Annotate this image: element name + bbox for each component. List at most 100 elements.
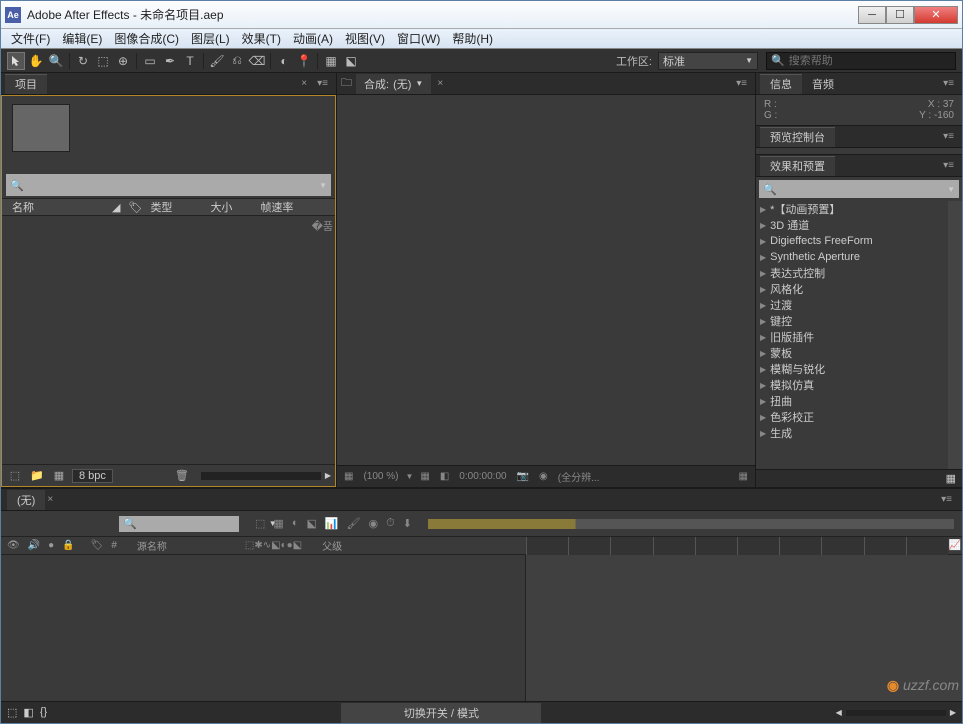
preview-menu-icon[interactable]: ▾≡ [939,131,958,142]
col-parent[interactable]: 父级 [322,538,342,553]
col-source[interactable]: 源名称 [137,538,167,553]
tl-tool-1[interactable]: ⬚ [255,517,265,530]
resolution-readout[interactable]: (全分辨... [555,469,603,484]
mask-icon[interactable]: ◧ [437,471,452,482]
effects-category[interactable]: ▶3D 通道 [756,217,948,233]
effects-category[interactable]: ▶Synthetic Aperture [756,249,948,265]
text-tool[interactable]: T [181,52,199,70]
snapshot-icon[interactable]: 📷 [514,471,532,482]
puppet-tool[interactable]: 📍 [295,52,313,70]
comp-title-tab[interactable]: 合成: (无) ▼ [356,74,431,94]
panel-close-icon[interactable]: × [299,78,309,89]
rotate-tool[interactable]: ↻ [74,52,92,70]
roto-tool[interactable]: ◐ [275,52,293,70]
proj-scroll[interactable] [201,472,321,480]
shape-tool[interactable]: ▭ [141,52,159,70]
help-search[interactable]: 🔍 [766,52,956,70]
effects-category[interactable]: ▶蒙板 [756,345,948,361]
bit-depth[interactable]: 8 bpc [72,469,113,483]
col-num[interactable]: # [111,540,117,551]
effects-category[interactable]: ▶*【动画预置】 [756,201,948,217]
tl-tool-7[interactable]: ◉ [369,517,379,530]
folder-icon[interactable]: 📁 [28,468,46,484]
trash-icon[interactable]: 🗑 [173,468,191,484]
col-label-icon[interactable]: 🏷 [91,540,104,551]
comp-new-icon[interactable]: ▦ [736,471,751,482]
menu-layer[interactable]: 图层(L) [185,28,236,49]
col-name[interactable]: 名称 [8,199,108,215]
comp-menu-icon[interactable]: ▾≡ [732,78,751,89]
col-eye-icon[interactable]: 👁 [7,540,20,551]
timeline-search-input[interactable] [137,518,269,529]
col-rate[interactable]: 帧速率 [256,199,297,215]
tl-tool-6[interactable]: 🖌 [347,517,361,530]
camera-tool[interactable]: ⬚ [94,52,112,70]
pen-tool[interactable]: ✒ [161,52,179,70]
flowchart-icon[interactable]: �품 [312,218,333,234]
tl-graph-icon[interactable]: 📈 [948,540,962,551]
col-speaker-icon[interactable]: 🔊 [28,540,40,551]
selection-tool[interactable] [7,52,25,70]
project-search-input[interactable] [28,179,315,191]
timeline-tab[interactable]: (无) [7,490,45,510]
comp-lock-icon[interactable]: 🗀 [341,74,352,93]
tool-extra1[interactable]: ▦ [322,52,340,70]
menu-effect[interactable]: 效果(T) [236,28,287,49]
effects-search[interactable]: 🔍 ▼ [759,180,959,198]
help-search-input[interactable] [789,55,951,67]
audio-tab[interactable]: 音频 [802,74,844,94]
timeline-work-area[interactable] [428,519,954,529]
comp-viewer[interactable] [337,95,755,465]
effects-category[interactable]: ▶模拟仿真 [756,377,948,393]
scroll-right-icon[interactable]: ▶ [325,471,331,480]
menu-composition[interactable]: 图像合成(C) [108,28,185,49]
comp-close-icon[interactable]: × [435,78,445,89]
timeline-menu-icon[interactable]: ▾≡ [937,494,956,505]
timeline-layers[interactable] [1,555,526,701]
project-list[interactable]: �품 [2,216,335,464]
effects-category[interactable]: ▶Digieffects FreeForm [756,233,948,249]
grid-icon[interactable]: ▦ [417,471,432,482]
close-button[interactable]: ✕ [914,6,958,24]
time-readout[interactable]: 0:00:00:00 [456,471,509,482]
panel-menu-icon[interactable]: ▾≡ [313,78,332,89]
effects-scrollbar[interactable] [948,201,962,469]
effects-category[interactable]: ▶旧版插件 [756,329,948,345]
zoom-tool[interactable]: 🔍 [47,52,65,70]
effects-search-input[interactable] [777,183,947,195]
tl-tool-2[interactable]: ▦ [273,517,283,530]
effects-category[interactable]: ▶键控 [756,313,948,329]
effects-category[interactable]: ▶表达式控制 [756,265,948,281]
project-search[interactable]: 🔍 ▼ [6,174,331,196]
tl-zoom-out-icon[interactable]: ◀ [836,708,842,717]
effects-category[interactable]: ▶色彩校正 [756,409,948,425]
comp-toggle-icon[interactable]: ▦ [341,471,356,482]
tl-zoom-in-icon[interactable]: ▶ [950,708,956,717]
hand-tool[interactable]: ✋ [27,52,45,70]
anchor-tool[interactable]: ⊕ [114,52,132,70]
zoom-readout[interactable]: (100 %) [360,471,401,482]
tl-expand-icon[interactable]: ⬚ [7,706,17,719]
timeline-close-icon[interactable]: × [45,494,55,505]
col-lock-icon[interactable]: 🔒 [62,540,74,551]
tl-tool-8[interactable]: ⏱ [386,517,395,530]
col-label-icon[interactable]: 🏷 [124,201,146,214]
menu-window[interactable]: 窗口(W) [391,28,446,49]
col-type[interactable]: 类型 [146,199,206,215]
project-tab[interactable]: 项目 [5,74,47,94]
info-menu-icon[interactable]: ▾≡ [939,78,958,89]
minimize-button[interactable]: ─ [858,6,886,24]
tl-toggle1-icon[interactable]: ◧ [23,706,33,719]
clone-tool[interactable]: ⎌ [228,52,246,70]
menu-edit[interactable]: 编辑(E) [56,28,108,49]
effects-tab[interactable]: 效果和预置 [760,156,835,176]
maximize-button[interactable]: ☐ [886,6,914,24]
col-size[interactable]: 大小 [206,199,256,215]
interpret-icon[interactable]: ⬚ [6,468,24,484]
new-comp-icon[interactable]: ▦ [50,468,68,484]
tool-extra2[interactable]: ⬕ [342,52,360,70]
effects-category[interactable]: ▶模糊与锐化 [756,361,948,377]
info-tab[interactable]: 信息 [760,74,802,94]
effects-category[interactable]: ▶扭曲 [756,393,948,409]
effects-new-icon[interactable]: ▦ [946,473,956,485]
